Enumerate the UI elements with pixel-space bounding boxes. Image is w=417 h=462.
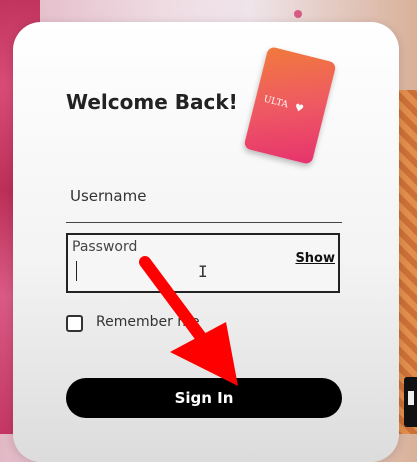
background-speck (294, 10, 302, 18)
text-caret (76, 261, 77, 281)
username-underline (66, 222, 342, 223)
heart-icon: ♥ (293, 102, 305, 116)
password-label: Password (72, 239, 138, 255)
edge-control-button[interactable] (404, 377, 417, 427)
remember-me-checkbox[interactable] (66, 315, 83, 332)
remember-me-label[interactable]: Remember me (96, 314, 200, 330)
page-title: Welcome Back! (66, 90, 238, 114)
gift-card-logo: ULTA (262, 94, 289, 111)
show-password-link[interactable]: Show (295, 251, 335, 266)
username-field[interactable]: Username (70, 187, 146, 205)
text-cursor-icon: I (198, 262, 208, 281)
sign-in-button[interactable]: Sign In (66, 378, 342, 418)
